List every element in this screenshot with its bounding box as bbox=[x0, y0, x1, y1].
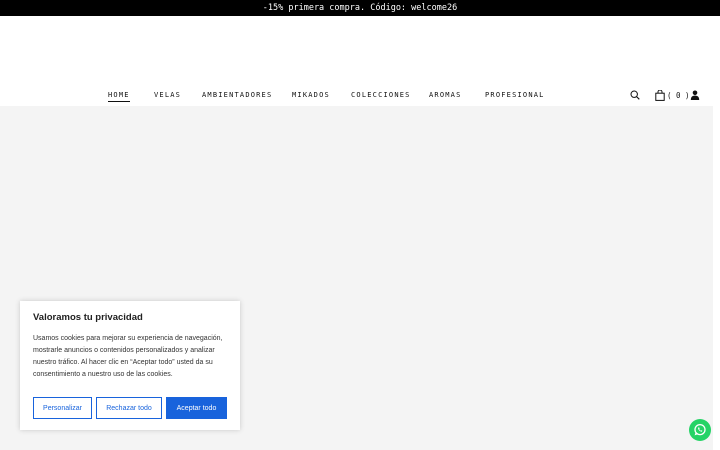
promo-text: -15% primera compra. Código: welcome26 bbox=[262, 3, 458, 13]
cookie-text: Usamos cookies para mejorar su experienc… bbox=[33, 335, 223, 378]
shopping-bag-icon bbox=[655, 89, 665, 101]
nav-item-colecciones[interactable]: COLECCIONES bbox=[351, 89, 411, 101]
nav-item-velas[interactable]: VELAS bbox=[154, 89, 181, 101]
cookie-buttons: Personalizar Rechazar todo Aceptar todo bbox=[33, 397, 227, 419]
customize-button[interactable]: Personalizar bbox=[33, 397, 92, 419]
promo-bar: -15% primera compra. Código: welcome26 bbox=[0, 0, 720, 16]
reject-all-button[interactable]: Rechazar todo bbox=[96, 397, 162, 419]
nav-item-mikados[interactable]: MIKADOS bbox=[292, 89, 330, 101]
main-nav: HOME VELAS AMBIENTADORES MIKADOS COLECCI… bbox=[0, 89, 720, 102]
nav-item-profesional[interactable]: PROFESIONAL bbox=[485, 89, 545, 101]
cookie-title: Valoramos tu privacidad bbox=[33, 312, 143, 323]
cart-count: ( 0 ) bbox=[667, 90, 690, 100]
whatsapp-button[interactable] bbox=[689, 419, 711, 441]
scrollbar[interactable] bbox=[713, 106, 720, 450]
accept-all-button[interactable]: Aceptar todo bbox=[166, 397, 227, 419]
cookie-consent-banner: Valoramos tu privacidad Usamos cookies p… bbox=[20, 301, 240, 430]
user-icon[interactable] bbox=[690, 90, 700, 100]
whatsapp-icon bbox=[694, 423, 706, 436]
nav-item-aromas[interactable]: AROMAS bbox=[429, 89, 462, 101]
nav-item-ambientadores[interactable]: AMBIENTADORES bbox=[202, 89, 272, 101]
nav-item-home[interactable]: HOME bbox=[108, 89, 130, 102]
cart-button[interactable]: ( 0 ) bbox=[655, 88, 690, 102]
search-icon[interactable] bbox=[630, 90, 640, 100]
